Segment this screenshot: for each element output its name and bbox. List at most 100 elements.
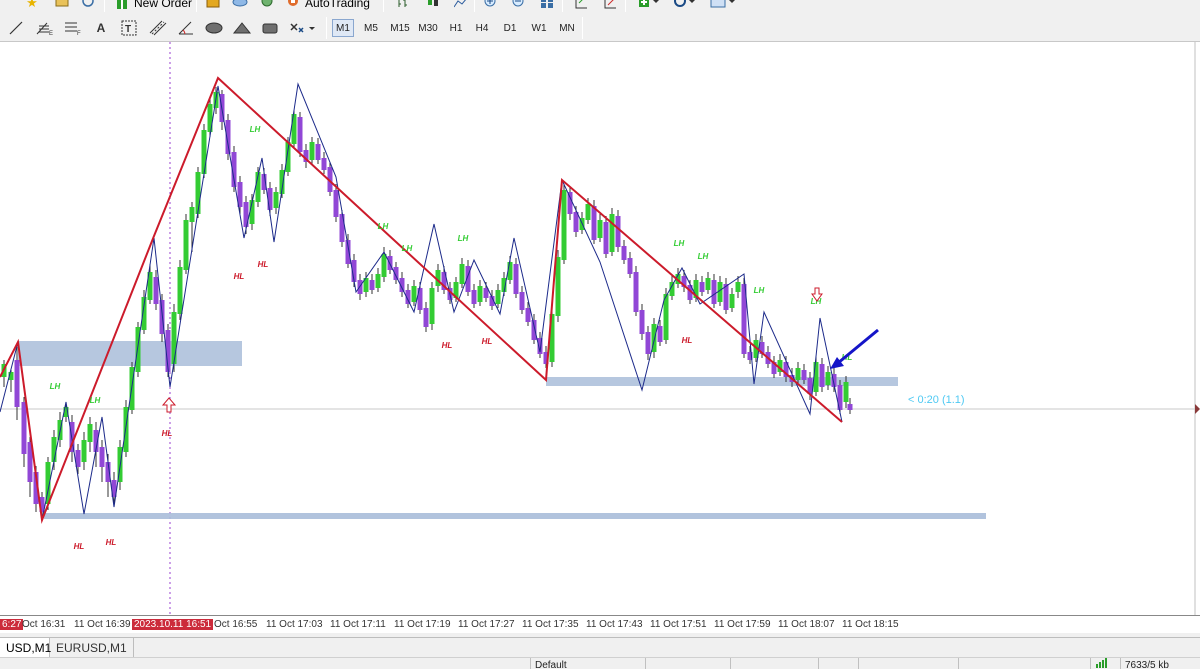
hl-label: HL (682, 336, 693, 345)
hl-label: HL (106, 538, 117, 547)
autotrading-button[interactable]: AutoTrading (285, 0, 370, 10)
zoom-in-icon[interactable] (482, 0, 500, 10)
lh-label: LH (378, 222, 389, 231)
text-box-icon[interactable]: F (62, 19, 84, 37)
bull-candle (411, 286, 417, 302)
timeframe-w1-button[interactable]: W1 (528, 19, 550, 37)
time-axis-label: 11 Oct 16:39 (74, 619, 131, 630)
bear-candle (801, 370, 807, 380)
trendline-angle-icon[interactable] (176, 19, 196, 37)
bear-candle (153, 277, 159, 304)
text-frame-icon[interactable]: T (120, 19, 138, 37)
timeframe-h1-button[interactable]: H1 (446, 19, 466, 37)
globe-icon[interactable] (258, 0, 276, 10)
bull-candle (291, 114, 297, 144)
fibonacci-icon[interactable]: E (34, 19, 56, 37)
templates-icon[interactable] (708, 0, 738, 10)
gold-bars-icon[interactable] (204, 0, 222, 10)
time-axis-label: Oct 16:31 (22, 619, 66, 630)
lh-label: LH (754, 286, 765, 295)
chart-tab[interactable]: USD,M1 (0, 638, 51, 658)
timeframe-h4-button[interactable]: H4 (472, 19, 492, 37)
bear-candle (513, 264, 519, 294)
hl-label: HL (482, 337, 493, 346)
line-icon[interactable] (6, 19, 26, 37)
bear-candle (615, 216, 621, 247)
folder-icon[interactable] (54, 0, 70, 10)
bull-candle (705, 278, 711, 290)
bull-candle (177, 267, 183, 314)
text-label-icon[interactable]: A (92, 19, 110, 37)
tile-windows-icon[interactable] (538, 0, 556, 10)
demand-zone[interactable] (44, 513, 986, 519)
star-icon[interactable]: ★ (24, 0, 40, 10)
status-cell-4 (858, 658, 958, 669)
price-chart[interactable]: LHLHLHLHLHLHLHLHLHLHHLHLHLHLHLHLHLHLHL <… (0, 42, 1200, 615)
indicators-icon[interactable] (636, 0, 662, 10)
bar-chart-icon[interactable] (394, 0, 412, 10)
bull-candle (381, 254, 387, 277)
timeframe-mn-button[interactable]: MN (556, 19, 578, 37)
bull-candle (555, 257, 561, 316)
ellipse-icon[interactable] (203, 19, 225, 37)
bear-candle (591, 206, 597, 240)
toolbar-separator (582, 17, 583, 39)
bull-candle (87, 424, 93, 442)
annotation-arrow-icon[interactable] (830, 328, 879, 369)
up-arrow-signal-icon (161, 397, 177, 413)
lh-label: LH (402, 244, 413, 253)
svg-text:T: T (125, 24, 131, 35)
bull-candle (195, 172, 201, 214)
status-cell-1 (645, 658, 730, 669)
traffic-cell: 7633/5 kb (1120, 658, 1200, 669)
connection-icon (1090, 658, 1120, 669)
hl-label: HL (162, 429, 173, 438)
rectangle-icon[interactable] (259, 19, 281, 37)
new-order-icon (117, 0, 127, 9)
timeframe-m15-button[interactable]: M15 (388, 19, 412, 37)
candlestick-icon[interactable] (423, 0, 441, 10)
bear-candle (471, 290, 477, 304)
time-axis-label: 11 Oct 17:35 (522, 619, 579, 630)
bull-candle (429, 288, 435, 324)
arrows-icon[interactable] (288, 19, 318, 37)
timeframe-m1-button[interactable]: M1 (332, 19, 354, 37)
chart-canvas[interactable]: LHLHLHLHLHLHLHLHLHLHHLHLHLHLHLHLHLHLHL <… (0, 42, 1200, 615)
bear-candle (657, 326, 663, 342)
bull-candle (495, 290, 501, 304)
line-chart-icon[interactable] (452, 0, 470, 10)
time-axis: 6:27 Oct 16:31 11 Oct 16:39 2023.10.11 16:5… (0, 615, 1200, 633)
time-axis-label: 11 Oct 17:11 (330, 619, 386, 630)
new-order-button[interactable]: New Order (114, 0, 192, 10)
bear-candle (321, 158, 327, 170)
zoom-out-icon[interactable] (510, 0, 528, 10)
bear-candle (531, 320, 537, 340)
chart-shift-icon[interactable] (572, 0, 590, 10)
bear-candle (14, 360, 20, 407)
bear-candle (627, 258, 633, 274)
bear-candle (99, 447, 105, 467)
bear-candle (603, 222, 609, 254)
autoscroll-icon[interactable] (601, 0, 619, 10)
channel-icon[interactable] (148, 19, 168, 37)
lh-label: LH (698, 252, 709, 261)
bull-candle (309, 142, 315, 160)
bull-candle (735, 282, 741, 292)
time-axis-label: 11 Oct 17:19 (394, 619, 451, 630)
timeframe-d1-button[interactable]: D1 (500, 19, 520, 37)
bear-candle (423, 308, 429, 327)
timeframe-m5-button[interactable]: M5 (360, 19, 382, 37)
cloud-icon[interactable] (231, 0, 249, 10)
time-axis-label: 11 Oct 17:03 (266, 619, 323, 630)
profile-cell: Default (530, 658, 645, 669)
bull-candle (459, 264, 465, 284)
periods-icon[interactable] (672, 0, 698, 10)
time-axis-label: Oct 16:55 (214, 619, 258, 630)
chart-tab[interactable]: EURUSD,M1 (50, 638, 134, 658)
timeframe-m30-button[interactable]: M30 (416, 19, 440, 37)
chart-zoom-icon[interactable] (80, 0, 96, 10)
lh-label: LH (250, 125, 261, 134)
supply-zone[interactable] (18, 341, 242, 366)
bear-candle (525, 308, 531, 322)
triangle-icon[interactable] (231, 19, 253, 37)
